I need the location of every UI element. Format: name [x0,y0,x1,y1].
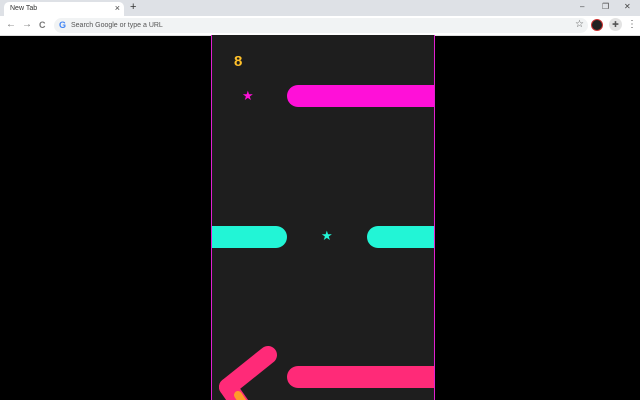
google-icon: G [59,20,67,30]
bookmark-star-icon[interactable]: ☆ [575,19,584,31]
extensions-icon[interactable]: ✚ [609,18,622,31]
address-bar-placeholder: Search Google or type a URL [71,22,163,29]
back-button[interactable]: ← [6,19,16,31]
profile-avatar[interactable] [591,19,603,31]
tab-strip: New Tab × + – ❐ ✕ [0,0,640,16]
forward-button[interactable]: → [22,19,32,31]
menu-icon[interactable]: ⋮ [627,19,637,31]
player-arrow [219,346,277,400]
restore-button[interactable]: ❐ [602,1,609,13]
tab-close-icon[interactable]: × [115,3,120,13]
close-window-button[interactable]: ✕ [624,1,631,13]
minimize-button[interactable]: – [580,1,584,13]
tab-title: New Tab [10,5,38,12]
address-bar[interactable]: G Search Google or type a URL [54,18,588,33]
tab-new-tab[interactable]: New Tab × [4,2,124,16]
new-tab-button[interactable]: + [130,1,136,13]
browser-window: New Tab × + – ❐ ✕ ← → C G Search Google … [0,0,640,400]
reload-button[interactable]: C [39,19,46,31]
browser-toolbar: ← → C G Search Google or type a URL ☆ ✚ … [0,16,640,36]
game-canvas[interactable]: 8 ★ ★ [211,35,435,400]
